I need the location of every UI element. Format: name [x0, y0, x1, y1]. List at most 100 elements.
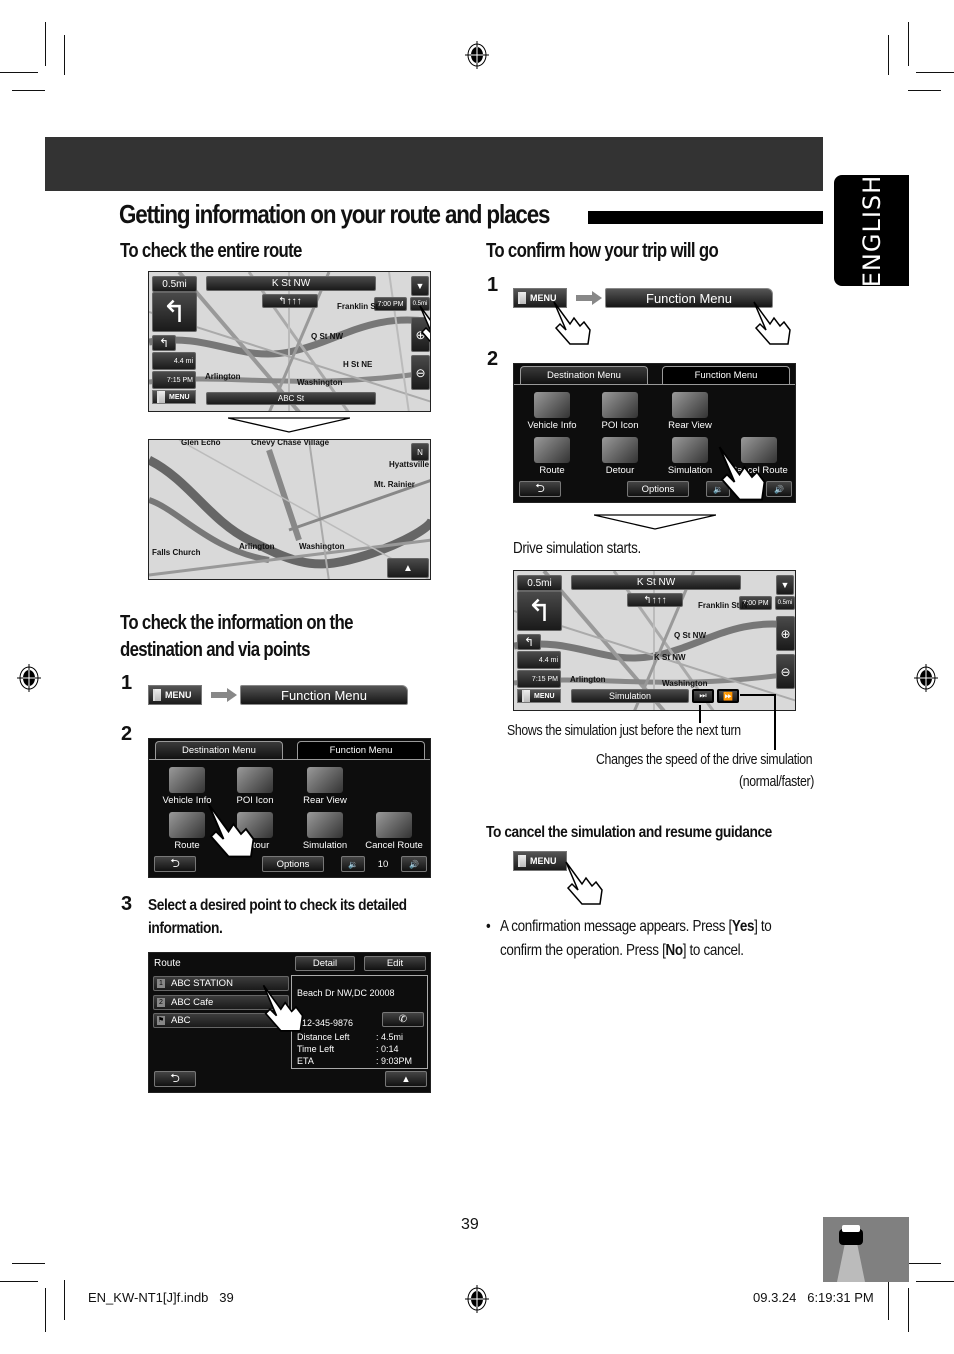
hand-pointer-icon	[257, 981, 309, 1033]
camera-icon	[672, 392, 708, 418]
menu-item-rear-view[interactable]: Rear View	[290, 767, 360, 806]
map-label: Chevy Chase Village	[251, 439, 330, 447]
detail-tab[interactable]: Detail	[295, 956, 355, 971]
map-label: Washington	[662, 679, 708, 688]
flag-icon	[518, 292, 526, 304]
menu-item-poi-icon[interactable]: POI Icon	[585, 392, 655, 431]
map-label: Glen Echo	[181, 439, 221, 447]
step-number: 2	[121, 723, 133, 745]
volume-up-button[interactable]: 🔊	[401, 856, 427, 872]
street-name-bar: K St NW	[571, 575, 741, 590]
map-label: Hyattsville	[389, 460, 430, 469]
current-position-button[interactable]: ▲	[387, 558, 429, 578]
annotation-speed: Changes the speed of the drive simulatio…	[596, 751, 813, 768]
turn-distance: 0.5mi	[152, 276, 197, 292]
compass-north-icon[interactable]: N	[411, 443, 429, 461]
crop-mark	[0, 72, 38, 73]
menu-button[interactable]: MENU	[148, 685, 202, 705]
eta-display: 7:15 PM	[152, 371, 196, 389]
crop-mark	[12, 90, 45, 91]
back-button[interactable]: ⮌	[154, 856, 196, 872]
zoom-out-button[interactable]: ⊖	[411, 355, 430, 390]
menu-item-vehicle-info[interactable]: Vehicle Info	[517, 392, 587, 431]
hand-pointer-icon	[560, 858, 608, 906]
tab-function-menu[interactable]: Function Menu	[297, 741, 425, 759]
step-number: 2	[487, 348, 499, 370]
simulation-icon	[672, 437, 708, 463]
drive-simulation-text: Drive simulation starts.	[513, 540, 641, 557]
menu-item-route[interactable]: Route	[517, 437, 587, 476]
menu-button[interactable]: MENU	[517, 689, 561, 703]
back-button[interactable]: ⮌	[154, 1071, 196, 1087]
lane-guidance-icon: ↰↑↑↑	[627, 593, 683, 607]
crop-mark	[888, 1280, 889, 1320]
tab-destination-menu[interactable]: Destination Menu	[155, 741, 283, 759]
options-button[interactable]: Options	[262, 856, 324, 872]
crop-mark	[0, 1281, 38, 1282]
poi-icon	[602, 392, 638, 418]
step3-instruction: Select a desired point to check its deta…	[148, 897, 407, 937]
map-label: Washington	[299, 542, 345, 551]
menu-item-rear-view[interactable]: Rear View	[655, 392, 725, 431]
eta-label: ETA	[297, 1056, 314, 1066]
menu-button[interactable]: MENU	[152, 390, 196, 404]
vehicle-info-icon	[169, 767, 205, 793]
route-overview-map: Glen Echo Chevy Chase Village Hyattsvill…	[148, 439, 431, 580]
zoom-in-button[interactable]: ⊕	[776, 616, 795, 651]
crop-mark	[888, 35, 889, 75]
compass-button[interactable]: ▼	[776, 575, 794, 595]
hand-pointer-icon	[414, 302, 430, 350]
compass-button[interactable]: ▼	[411, 276, 429, 296]
menu-item-cancel-route[interactable]: Cancel Route	[359, 812, 429, 851]
right-arrow-icon	[211, 688, 237, 702]
crop-mark	[916, 72, 954, 73]
map-label: Arlington	[239, 542, 275, 551]
down-arrow-icon	[594, 514, 716, 530]
crop-mark	[64, 35, 65, 75]
map-view-button[interactable]: ▲	[385, 1071, 427, 1087]
map-label: Q St NW	[311, 332, 343, 341]
back-button[interactable]: ⮌	[519, 481, 561, 497]
flag-icon	[153, 689, 161, 701]
crop-mark	[64, 1280, 65, 1320]
menu-item-simulation[interactable]: Simulation	[290, 812, 360, 851]
volume-down-button[interactable]: 🔉	[341, 856, 365, 872]
call-button[interactable]: ✆	[382, 1012, 424, 1027]
edit-tab[interactable]: Edit	[364, 956, 426, 971]
menu-button[interactable]: MENU	[513, 851, 567, 871]
annotation-speed-detail: (normal/faster)	[739, 773, 815, 790]
detail-panel: Beach Dr NW,DC 20008 012-345-9876 ✆ Dist…	[291, 975, 428, 1069]
crop-mark	[908, 22, 909, 66]
simulation-map-screen: 0.5mi ↰ ↰ K St NW ↰↑↑↑ 7:00 PM ▼ 0.5mi ⊕…	[513, 570, 796, 711]
simulation-speed-button[interactable]: ⏩	[717, 689, 739, 703]
registration-mark-icon	[17, 664, 41, 692]
eta-value: : 9:03PM	[376, 1056, 413, 1066]
route-icon	[169, 812, 205, 838]
menu-item-detour[interactable]: Detour	[585, 437, 655, 476]
options-button[interactable]: Options	[627, 481, 689, 497]
language-tab: ENGLISH	[834, 174, 909, 287]
section-heading-confirm-trip: To confirm how your trip will go	[486, 240, 719, 262]
zoom-out-button[interactable]: ⊖	[776, 654, 795, 689]
footer-timestamp: 09.3.24 6:19:31 PM	[753, 1290, 874, 1305]
map-label: Falls Church	[152, 548, 201, 557]
turn-distance: 0.5mi	[517, 575, 562, 591]
map-label: Arlington	[570, 675, 606, 684]
bullet-marker: •	[486, 918, 491, 935]
street-name-bar: K St NW	[206, 276, 376, 291]
footer-file-name: EN_KW-NT1[J]f.indb 39	[88, 1290, 234, 1305]
function-menu-button[interactable]: Function Menu	[240, 685, 408, 705]
tab-function-menu[interactable]: Function Menu	[662, 366, 790, 384]
section-heading-destination-info: To check the information on the destinat…	[120, 612, 353, 661]
poi-icon	[237, 767, 273, 793]
map-label: Franklin St N	[698, 601, 748, 610]
car-icon	[837, 1225, 865, 1282]
tab-destination-menu[interactable]: Destination Menu	[520, 366, 648, 384]
route-detail-screen: Route Detail Edit 1 ABC STATION 2 ABC Cafe…	[148, 952, 431, 1093]
time-left-label: Time Left	[297, 1044, 335, 1054]
remaining-distance: 4.4 mi	[152, 352, 196, 370]
skip-to-next-turn-button[interactable]: ⏭	[692, 689, 714, 703]
title-rule	[588, 211, 823, 224]
scale-button[interactable]: 0.5mi	[775, 596, 795, 610]
step-number: 3	[121, 893, 133, 915]
